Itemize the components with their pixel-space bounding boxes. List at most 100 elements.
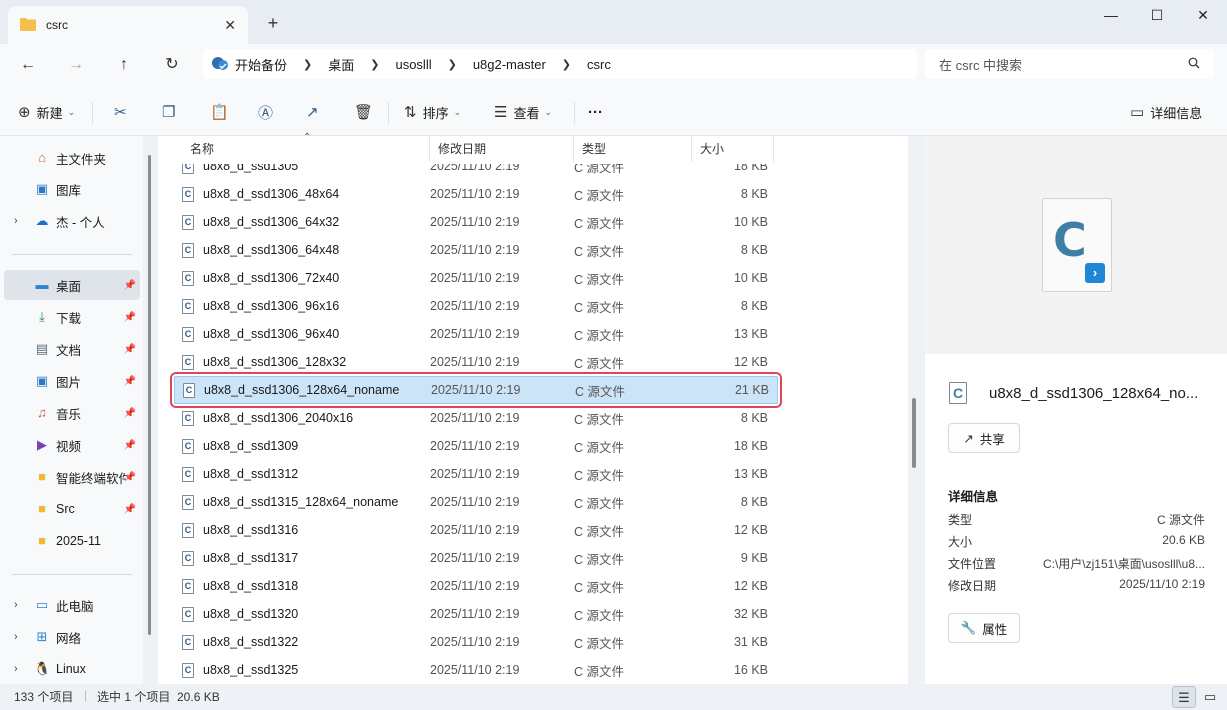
details-view-button[interactable]: ☰ [1172, 686, 1196, 708]
column-header-size[interactable]: 大小 [692, 136, 774, 162]
table-row-selected[interactable]: Cu8x8_d_ssd1306_128x64_noname 2025/11/10 … [170, 372, 782, 408]
address-bar[interactable]: 开始备份 ❯ 桌面 ❯ usoslll ❯ u8g2-master ❯ csrc [203, 49, 917, 79]
sidebar-item-onedrive[interactable]: › ☁ 杰 - 个人 [4, 206, 140, 236]
file-size: 8 KB [740, 411, 768, 425]
table-row[interactable]: Cu8x8_d_ssd1309 2025/11/10 2:19 C 源文件 18 KB [174, 432, 778, 460]
sidebar-item-label: 主文件夹 [56, 152, 107, 167]
share-button[interactable]: ↗ 共享 [948, 423, 1020, 453]
refresh-button[interactable]: ↻ [158, 52, 186, 78]
sidebar-item-downloads[interactable]: ⤓ 下载 📌 [4, 302, 140, 332]
column-header-date[interactable]: 修改日期 [430, 136, 574, 162]
sidebar-item-documents[interactable]: ▤ 文档 📌 [4, 334, 140, 364]
file-type: C 源文件 [574, 188, 625, 203]
sidebar-item-videos[interactable]: ▶ 视频 📌 [4, 430, 140, 460]
sidebar-item-label: 文档 [56, 343, 82, 358]
table-row[interactable]: Cu8x8_d_ssd1306_72x40 2025/11/10 2:19 C 源文… [174, 264, 778, 292]
breadcrumb-usoslll[interactable]: usoslll [395, 57, 431, 72]
file-size: 13 KB [733, 467, 768, 481]
close-window-button[interactable]: ✕ [1180, 0, 1226, 32]
file-date: 2025/11/10 2:19 [430, 411, 520, 425]
sidebar-item-label: 音乐 [56, 407, 82, 422]
paste-button[interactable]: 📋 [210, 100, 235, 124]
table-row[interactable]: Cu8x8_d_ssd1306_64x48 2025/11/10 2:19 C 源文… [174, 236, 778, 264]
sidebar-item-network[interactable]: › ⊞ 网络 [4, 622, 140, 652]
table-row[interactable]: Cu8x8_d_ssd1315_128x64_noname 2025/11/10 … [174, 488, 778, 516]
tab-close-icon[interactable]: ✕ [224, 17, 236, 34]
sidebar-item-2025-11[interactable]: ■ 2025-11 [4, 526, 140, 556]
table-row[interactable]: Cu8x8_d_ssd1312 2025/11/10 2:19 C 源文件 13 KB [174, 460, 778, 488]
preview-area: C › [925, 136, 1227, 354]
table-row[interactable]: Cu8x8_d_ssd1316 2025/11/10 2:19 C 源文件 12 KB [174, 516, 778, 544]
new-tab-button[interactable]: + [262, 12, 284, 34]
c-file-icon: C [182, 606, 194, 622]
file-name-cell: Cu8x8_d_ssd1306_128x32 [174, 354, 430, 370]
table-row[interactable]: Cu8x8_d_ssd1306_96x40 2025/11/10 2:19 C 源文… [174, 320, 778, 348]
backup-cloud-icon [211, 55, 229, 74]
share-button[interactable]: ↗ [306, 100, 325, 124]
details-pane-icon: ▭ [1130, 104, 1145, 121]
file-name: u8x8_d_ssd1306_128x32 [203, 355, 347, 369]
divider [388, 102, 389, 124]
chevron-right-icon[interactable]: › [14, 631, 18, 643]
sidebar-item-this-pc[interactable]: › ▭ 此电脑 [4, 590, 140, 620]
new-button[interactable]: ⊕ 新建 ⌄ [18, 100, 75, 124]
file-name: u8x8_d_ssd1306_128x64_noname [204, 383, 400, 397]
table-row[interactable]: Cu8x8_d_ssd1306_128x32 2025/11/10 2:19 C 源… [174, 348, 778, 376]
more-options-button[interactable]: ··· [588, 100, 603, 124]
minimize-button[interactable]: — [1088, 0, 1134, 32]
folder-icon: ■ [38, 469, 46, 484]
folder-icon [20, 17, 36, 34]
details-pane-button[interactable]: ▭ 详细信息 [1130, 100, 1202, 124]
file-type: C 源文件 [574, 552, 625, 567]
sort-button[interactable]: ⇅ 排序 ⌄ [404, 100, 461, 124]
breadcrumb-u8g2-master[interactable]: u8g2-master [473, 57, 546, 72]
column-header-name[interactable]: 名称 [182, 136, 430, 162]
file-list-scrollbar[interactable] [912, 398, 916, 468]
breadcrumb-desktop[interactable]: 桌面 [328, 55, 354, 74]
sidebar-item-smart-terminal[interactable]: ■ 智能终端软件 📌 [4, 462, 140, 492]
sidebar-item-src[interactable]: ■ Src 📌 [4, 494, 140, 524]
copy-button[interactable]: ❐ [162, 100, 181, 124]
table-row[interactable]: Cu8x8_d_ssd1306_2040x16 2025/11/10 2:19 C … [174, 404, 778, 432]
tiles-view-button[interactable]: ▭ [1198, 686, 1222, 708]
table-row[interactable]: Cu8x8_d_ssd1306_64x32 2025/11/10 2:19 C 源文… [174, 208, 778, 236]
file-name-cell: Cu8x8_d_ssd1316 [174, 522, 430, 538]
forward-button[interactable]: → [62, 52, 90, 78]
sidebar-item-gallery[interactable]: ▣ 图库 [4, 174, 140, 204]
document-icon: ▤ [35, 341, 49, 356]
details-heading: 详细信息 [948, 490, 999, 504]
table-row[interactable]: Cu8x8_d_ssd1318 2025/11/10 2:19 C 源文件 12 KB [174, 572, 778, 600]
sidebar-item-desktop[interactable]: ▬ 桌面 📌 [4, 270, 140, 300]
up-button[interactable]: ↑ [110, 52, 138, 78]
table-row[interactable]: Cu8x8_d_ssd1320 2025/11/10 2:19 C 源文件 32 KB [174, 600, 778, 628]
properties-button[interactable]: 🔧 属性 [948, 613, 1020, 643]
share-icon: ↗ [963, 431, 974, 446]
sidebar-item-pictures[interactable]: ▣ 图片 📌 [4, 366, 140, 396]
sidebar-item-home[interactable]: ⌂ 主文件夹 [4, 143, 140, 173]
chevron-right-icon[interactable]: › [14, 663, 18, 675]
tab-csrc[interactable]: csrc ✕ [8, 6, 248, 44]
table-row[interactable]: Cu8x8_d_ssd1317 2025/11/10 2:19 C 源文件 9 KB [174, 544, 778, 572]
column-header-type[interactable]: 类型 [574, 136, 692, 162]
table-row[interactable]: Cu8x8_d_ssd1306_96x16 2025/11/10 2:19 C 源文… [174, 292, 778, 320]
delete-button[interactable]: 🗑 [354, 100, 379, 124]
table-row[interactable]: Cu8x8_d_ssd1306_48x64 2025/11/10 2:19 C 源文… [174, 180, 778, 208]
view-button[interactable]: ☰ 查看 ⌄ [494, 100, 552, 124]
breadcrumb-backup[interactable]: 开始备份 [235, 55, 287, 74]
table-row[interactable]: Cu8x8_d_ssd1322 2025/11/10 2:19 C 源文件 31 KB [174, 628, 778, 656]
breadcrumb-csrc[interactable]: csrc [587, 57, 611, 72]
sidebar-scrollbar[interactable] [148, 155, 151, 635]
table-row[interactable]: Cu8x8_d_ssd1325 2025/11/10 2:19 C 源文件 16 KB [174, 656, 778, 684]
maximize-button[interactable]: ☐ [1134, 0, 1180, 32]
detail-value[interactable]: C:\用户\zj151\桌面\usoslll\u8... [1043, 555, 1205, 577]
sidebar-item-music[interactable]: ♫ 音乐 📌 [4, 398, 140, 428]
sort-icon: ⇅ [404, 104, 417, 121]
back-button[interactable]: ← [14, 52, 42, 78]
sidebar-item-linux[interactable]: › 🐧 Linux [4, 654, 140, 684]
search-input[interactable]: 在 csrc 中搜索 [925, 49, 1214, 79]
rename-button[interactable]: Ⓐ [258, 100, 279, 124]
chevron-right-icon[interactable]: › [14, 599, 18, 611]
chevron-right-icon[interactable]: › [14, 215, 18, 227]
status-bar: 133 个项目 | 选中 1 个项目 20.6 KB ☰ ▭ [0, 684, 1227, 710]
cut-button[interactable]: ✂ [114, 100, 133, 124]
